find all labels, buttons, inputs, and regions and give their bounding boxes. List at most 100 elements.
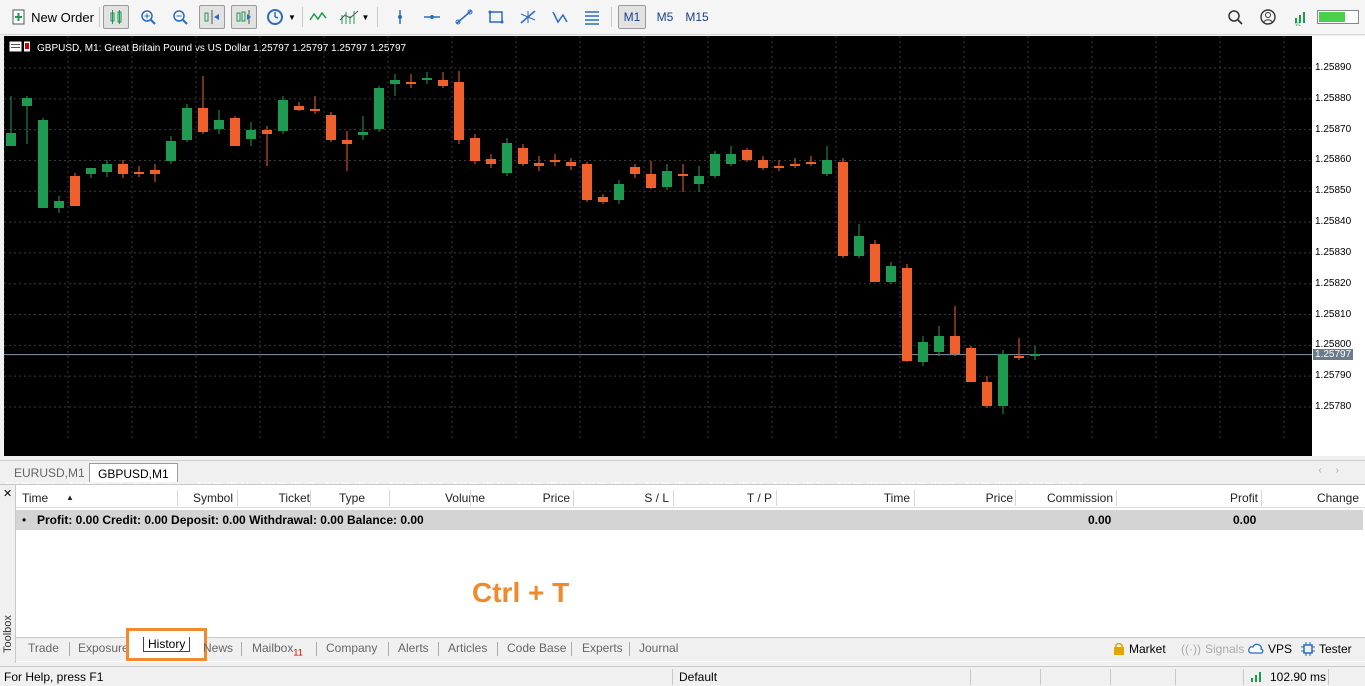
tab-experts[interactable]: Experts — [582, 641, 623, 655]
candle-body — [262, 130, 272, 134]
candle-body — [38, 120, 48, 208]
user-icon — [1260, 9, 1276, 25]
autoscroll-icon — [236, 10, 251, 24]
chart-tab-eurusd[interactable]: EURUSD,M1 — [6, 463, 93, 482]
candle-body — [182, 108, 192, 140]
candle-body — [6, 133, 16, 146]
tab-code-base[interactable]: Code Base — [507, 641, 566, 655]
timeframe-m15[interactable]: M15 — [682, 5, 712, 29]
price-tick-label: 1.25850 — [1315, 185, 1352, 197]
tab-exposure[interactable]: Exposure — [78, 641, 129, 655]
tab-alerts[interactable]: Alerts — [398, 641, 429, 655]
summary-commission: 0.00 — [1088, 513, 1112, 527]
candle-body — [326, 115, 336, 140]
candle-body — [70, 176, 80, 206]
toolbox-label: Toolbox — [2, 615, 14, 653]
list-icon — [585, 11, 599, 25]
clock-icon — [267, 9, 284, 25]
candle-body — [870, 244, 880, 282]
tab-mailbox[interactable]: Mailbox11 — [252, 641, 303, 657]
price-tick-label: 1.25880 — [1315, 92, 1352, 104]
plus-document-icon — [12, 9, 26, 25]
price-chart[interactable]: GBPUSD, M1: Great Britain Pound vs US Do… — [4, 36, 1312, 488]
chart-tabs-bar: EURUSD,M1 GBPUSD,M1 ‹› — [0, 460, 1365, 482]
new-order-button[interactable]: New Order — [8, 5, 98, 29]
tab-signals[interactable]: ((·)) Signals — [1181, 642, 1244, 656]
candle-body — [518, 148, 528, 164]
candle-body — [358, 132, 368, 135]
new-order-label: New Order — [31, 9, 94, 25]
zoom-in-button[interactable] — [135, 5, 161, 29]
mailbox-badge: 11 — [293, 647, 303, 658]
horizontal-line-icon — [424, 15, 440, 19]
account-button[interactable] — [1255, 5, 1281, 29]
tab-journal[interactable]: Journal — [639, 641, 678, 655]
close-icon[interactable]: ✕ — [3, 487, 12, 500]
candle-body — [166, 141, 176, 161]
status-profile[interactable]: Default — [679, 670, 717, 684]
column-header-price[interactable]: Price — [543, 491, 570, 505]
fibonacci-icon — [520, 10, 536, 24]
column-header-time[interactable]: Time — [884, 491, 910, 505]
trendline-icon — [455, 9, 473, 25]
tab-scroll-arrows[interactable]: ‹› — [1318, 465, 1353, 476]
column-header-profit[interactable]: Profit — [1230, 491, 1258, 505]
candle-body — [118, 164, 128, 174]
tab-articles[interactable]: Articles — [448, 641, 487, 655]
tab-news[interactable]: News — [203, 641, 233, 655]
tab-tester[interactable]: Tester — [1301, 642, 1352, 656]
candles-layer — [4, 36, 1312, 440]
candlestick-chart-button[interactable] — [103, 5, 129, 29]
autoscroll-button[interactable] — [231, 5, 257, 29]
chart-type-dropdown[interactable]: ▼ — [336, 5, 372, 29]
column-header-time[interactable]: Time — [22, 491, 48, 505]
candle-body — [22, 98, 32, 106]
candle-body — [438, 80, 448, 86]
indicators-button[interactable] — [305, 5, 331, 29]
horizontal-line-tool[interactable] — [419, 5, 445, 29]
tab-trade[interactable]: Trade — [28, 641, 59, 655]
tab-market-label: Market — [1129, 642, 1166, 656]
column-header-symbol[interactable]: Symbol — [193, 491, 233, 505]
candle-body — [486, 159, 496, 164]
column-header-s-l[interactable]: S / L — [644, 491, 669, 505]
column-header-volume[interactable]: Volume — [445, 491, 485, 505]
timeframes-dropdown[interactable]: ▼ — [263, 5, 299, 29]
column-header-type[interactable]: Type — [339, 491, 365, 505]
tab-market[interactable]: Market — [1113, 642, 1166, 656]
column-header-ticket[interactable]: Ticket — [278, 491, 310, 505]
timeframe-m1[interactable]: M1 — [618, 5, 646, 29]
chevron-down-icon: ▼ — [361, 12, 370, 22]
shapes-tool[interactable] — [483, 5, 509, 29]
search-button[interactable] — [1222, 5, 1248, 29]
candle-body — [54, 201, 64, 208]
tab-history[interactable]: History — [126, 628, 208, 661]
candle-body — [806, 162, 816, 164]
history-summary-row[interactable]: • Profit: 0.00 Credit: 0.00 Deposit: 0.0… — [16, 510, 1363, 530]
vertical-line-tool[interactable] — [387, 5, 413, 29]
elliott-tool[interactable] — [547, 5, 573, 29]
zoom-out-button[interactable] — [167, 5, 193, 29]
tab-vps[interactable]: VPS — [1248, 642, 1292, 656]
chart-shift-button[interactable] — [199, 5, 225, 29]
price-tick-label: 1.25860 — [1315, 154, 1352, 166]
lock-bag-icon — [1114, 642, 1124, 655]
column-header-price[interactable]: Price — [986, 491, 1013, 505]
timeframe-m5[interactable]: M5 — [650, 5, 680, 29]
zoom-out-icon — [173, 10, 188, 25]
column-header-change[interactable]: Change — [1317, 491, 1359, 505]
connection-signal-icon — [1250, 670, 1264, 685]
candle-body — [742, 150, 752, 160]
candle-body — [902, 268, 912, 361]
tab-company[interactable]: Company — [326, 641, 377, 655]
column-header-commission[interactable]: Commission — [1047, 491, 1113, 505]
algo-trading-status[interactable]: VL — [1288, 5, 1314, 29]
trendline-tool[interactable] — [451, 5, 477, 29]
objects-list-button[interactable] — [579, 5, 605, 29]
tab-signals-label: Signals — [1204, 642, 1245, 656]
fibonacci-tool[interactable] — [515, 5, 541, 29]
column-header-t-p[interactable]: T / P — [747, 491, 772, 505]
chevron-down-icon: ▼ — [288, 12, 296, 22]
candle-body — [966, 348, 976, 382]
chart-tab-gbpusd[interactable]: GBPUSD,M1 — [89, 463, 178, 482]
